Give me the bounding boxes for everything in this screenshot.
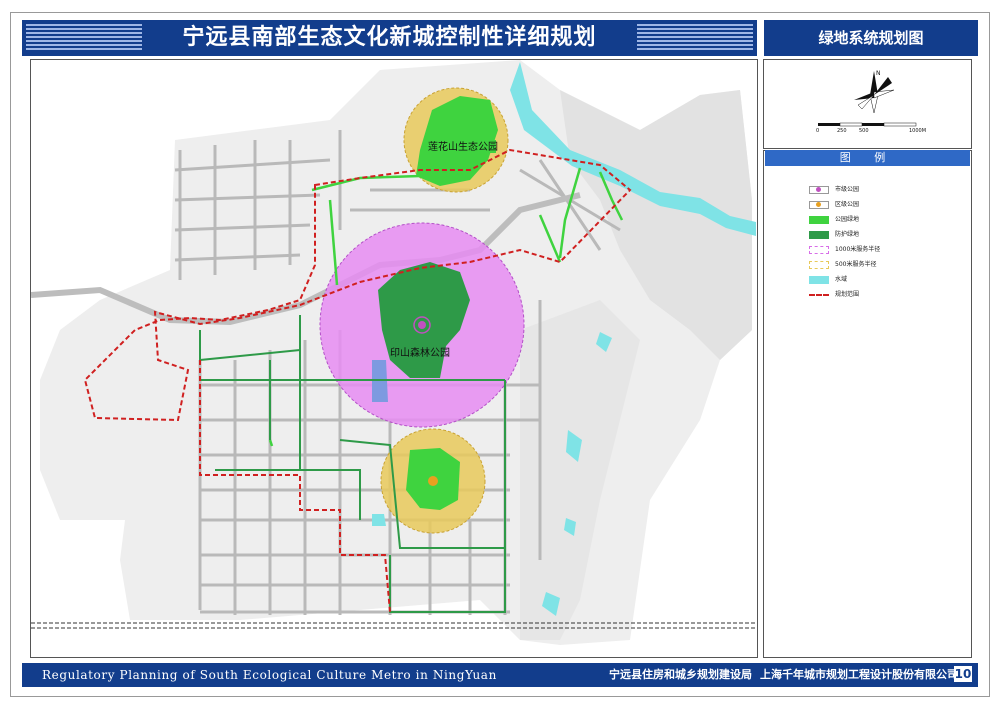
- north-arrow-icon: [854, 71, 895, 114]
- scale-tick-250: 250: [837, 128, 847, 134]
- legend-item-boundary: 规划范围: [809, 289, 860, 301]
- green-space-map[interactable]: 莲花山生态公园 印山森林公园: [31, 60, 756, 656]
- legend-item-city-park: 市级公园: [809, 184, 860, 196]
- compass-and-scale: N 0 250 500 1000M: [816, 70, 926, 134]
- legend-label-radius-1000: 1000米服务半径: [835, 246, 881, 253]
- legend-frame: [763, 150, 972, 658]
- legend-label-buffer-green: 防护绿地: [835, 231, 860, 238]
- english-title: Regulatory Planning of South Ecological …: [42, 668, 497, 682]
- city-park-symbol-icon: [809, 186, 829, 194]
- legend-item-radius-1000: 1000米服务半径: [809, 244, 881, 256]
- legend-label-park-green: 公园绿地: [835, 216, 860, 223]
- water-swatch-icon: [809, 276, 829, 284]
- radius-1000-swatch-icon: [809, 246, 829, 254]
- park-green-swatch-icon: [809, 216, 829, 224]
- legend-label-district-park: 区级公园: [835, 201, 860, 208]
- design-organization: 上海千年城市规划工程设计股份有限公司: [760, 668, 958, 681]
- page-number: 10: [954, 666, 972, 682]
- buffer-green-swatch-icon: [809, 231, 829, 239]
- legend-item-water: 水域: [809, 274, 848, 286]
- scale-tick-0: 0: [816, 128, 819, 134]
- drawing-name: 绿地系统规划图: [818, 29, 924, 47]
- legend-label-water: 水域: [835, 276, 848, 283]
- client-organization: 宁远县住房和城乡规划建设局: [609, 668, 752, 681]
- footer-bar: Regulatory Planning of South Ecological …: [22, 663, 978, 687]
- scale-tick-1000m: 1000M: [909, 128, 926, 134]
- scale-bar: [818, 122, 917, 127]
- scale-tick-500: 500: [859, 128, 869, 134]
- page-title: 宁远县南部生态文化新城控制性详细规划: [182, 25, 597, 50]
- radius-500-swatch-icon: [809, 261, 829, 269]
- legend-item-district-park: 区级公园: [809, 199, 860, 211]
- legend-label-city-park: 市级公园: [835, 186, 860, 193]
- title-bar: 宁远县南部生态文化新城控制性详细规划: [22, 20, 757, 56]
- district-park-marker[interactable]: [428, 476, 438, 486]
- lianhuashan-label: 莲花山生态公园: [428, 140, 498, 153]
- district-park-symbol-icon: [809, 201, 829, 209]
- legend-label-radius-500: 500米服务半径: [835, 261, 877, 268]
- legend-item-park-green: 公园绿地: [809, 214, 860, 226]
- drawing-name-bar: 绿地系统规划图: [764, 20, 978, 56]
- legend-item-buffer-green: 防护绿地: [809, 229, 860, 241]
- legend-title: 图 例: [765, 150, 970, 166]
- legend-label-boundary: 规划范围: [835, 291, 860, 298]
- south-pond: [372, 514, 386, 526]
- north-label: N: [876, 70, 881, 77]
- legend-item-radius-500: 500米服务半径: [809, 259, 877, 271]
- planning-sheet: 宁远县南部生态文化新城控制性详细规划 绿地系统规划图 莲花山生态公园 印山森林公…: [0, 0, 1000, 707]
- yinshan-label: 印山森林公园: [390, 346, 450, 359]
- boundary-line-swatch-icon: [809, 294, 829, 296]
